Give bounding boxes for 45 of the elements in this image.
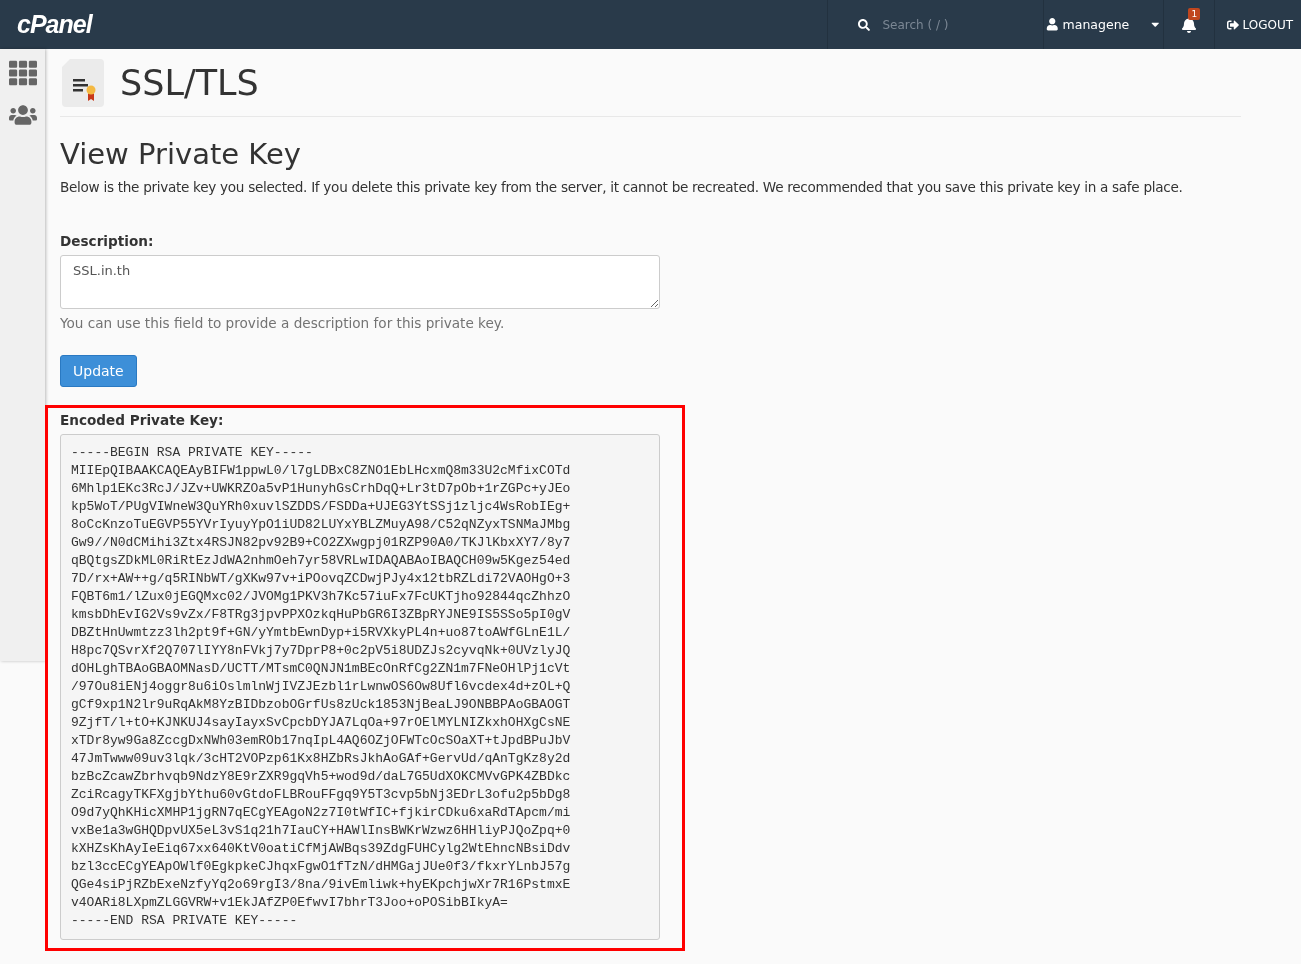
- key-line: vxBe1a3wGHQDpvUX5eL3vS1q21h7IauCY+HAWlInsBWKrWzwz6HHliyPJQoZpq+0: [71, 822, 572, 840]
- user-icon: [1046, 18, 1059, 31]
- key-line: FQBT6m1/lZux0jEGQMxc02/JVOMg1PKV3h7Kc57iuFx7FcUKTjho92844qcZhhzO: [71, 588, 572, 606]
- description-label: Description:: [60, 233, 155, 249]
- key-line: QGe4siPjRZbExeNzfyYq2o69rgI3/8na/9ivEmliwk+hyEKpchjwXr7R16PstmxE: [71, 876, 572, 894]
- key-line: kmsbDhEvIG2Vs9vZx/F8TRg3jpvPPXOzkqHuPbGR6I3ZBpRYJNE9IS5SSo5pI0gV: [71, 606, 572, 624]
- help-text: You can use this field to provide a description for this private key.: [60, 315, 506, 331]
- key-line: MIIEpQIBAAKCAQEAyBIFW1ppwL0/l7gLDBxC8ZNO1EbLHcxmQ8m33U2cMfixCOTd: [71, 462, 572, 480]
- section-title: View Private Key: [60, 137, 302, 171]
- key-line: 7D/rx+AW++g/q5RINbWT/gXKw97v+iPOovqZCDwjPJy4x12tbRZLdi72VAOHgO+3: [71, 570, 572, 588]
- key-line: DBZtHnUwmtzz3lh2pt9f+GN/yYmtbEwnDyp+i5RVXkyPL4n+uo87toAWfGLnE1L/: [71, 624, 572, 642]
- key-line: v4OARi8LXpmZLGGVRW+v1EkJAfZP0EfwvI7bhrT3Joo+oPOSibBIkyA=: [71, 894, 509, 912]
- key-line: 8oCcKnzoTuEGVP55YVrIyuyYpO1iUD82LUYxYBLZMuyA98/C52qNZyxTSNMaJMbg: [71, 516, 572, 534]
- user-menu-button[interactable]: managene: [1044, 0, 1165, 49]
- key-line: 47JmTwww09uv3lqk/3cHT2VOPzp61Kx8HZbRsJkhAoGAf+GervUd/qAnTgKz8y2d: [71, 750, 572, 768]
- notifications-button[interactable]: 1: [1164, 0, 1216, 49]
- page-title: SSL/TLS: [120, 62, 259, 103]
- key-line: xTDr8yw9Ga8ZccgDxNWh03emROb17nqIpL4AQ6OZjOFWTcOcSOaXT+tJpdBPuJbV: [71, 732, 572, 750]
- key-line: bzl3ccECgYEApOWlf0EgkpkeCJhqxFgwO1fTzN/dHMGajJUe0f3/fkxrYLnbJ57g: [71, 858, 572, 876]
- key-line: kXHZsKhAyIeEiq67xx640KtV0oatiCfMjAWBqs39ZdgFUHCylg2WtEhncNBsiDdv: [71, 840, 572, 858]
- logout-button[interactable]: LOGOUT: [1215, 0, 1301, 49]
- key-line: qBQtgsZDkML0RiRtEzJdWA2nhmOeh7yr58VRLwIDAQABAoIBAQCH09w5Kgez54ed: [71, 552, 572, 570]
- key-line: 6Mhlp1EKc3RcJ/JZv+UWKRZOa5vP1HunyhGsCrhDqQ+Lr3tD7pOb+1rZGPc+yJEo: [71, 480, 572, 498]
- notification-count: 1: [1188, 8, 1201, 20]
- search-icon: [858, 18, 871, 31]
- key-line: ZciRcagyTKFXgjbYthu60vGtdoFLBRouFFgq9Y5T3cvp5bNj3EDrL3ofu2p5bDg8: [71, 786, 572, 804]
- bell-icon: [1181, 16, 1198, 33]
- key-line: bzBcZcawZbrhvqb9NdzY8E9rZXR9gqVh5+wod9d/daL7G5UdXOKCMVvGPK4ZBDkc: [71, 768, 572, 786]
- key-line: -----BEGIN RSA PRIVATE KEY-----: [71, 444, 314, 462]
- grid-icon[interactable]: [8, 59, 37, 87]
- key-line: O9d7yQhKHicXMHP1jgRN7qECgYEAgoN2z7I0tWfIC+fjkirCDku6xaRdTApcm/mi: [71, 804, 572, 822]
- certificate-icon: [62, 58, 104, 107]
- description-field[interactable]: SSL.in.th: [60, 255, 660, 309]
- logo[interactable]: cPanel: [0, 10, 828, 39]
- key-line: 9ZjfT/l+tO+KJNKUJ4sayIayxSvCpcbDYJA7LqOa+97rOElMYLNIZkxhOHXgCsNE: [71, 714, 572, 732]
- key-line: kp5WoT/PUgVIWneW3QuYRh0xuvlSZDDS/FSDDa+UJEG3YtSSj1zljc4WsRobIEg+: [71, 498, 572, 516]
- key-line: dOHLghTBAoGBAOMNasD/UCTT/MTsmC0QNJN1mBEcOnRfCg2ZN1m7FNeOHlPj1cVt: [71, 660, 572, 678]
- key-line: /97Ou8iENj4oggr8u6iOslmlnWjIVZJEzbl1rLwnwOS6Ow8Ufl6vcdex4d+zOL+Q: [71, 678, 572, 696]
- key-line: H8pc7QSvrXf2Q707lIYY8nFVkj7y7DprP8+0c2pV5i8UDZJs2cyvqNk+0UVzlyJQ: [71, 642, 572, 660]
- key-line: gCf9xp1N2lr9uRqAkM8YzBIDbzobOGrfUs8zUck1853NjBeaLJ9ONBBPAoGBAOGT: [71, 696, 572, 714]
- intro-text: Below is the private key you selected. If you delete this private key from the server, it cannot be recreated. We recommended that you save this private key in a safe place.: [60, 179, 1184, 195]
- key-line: -----END RSA PRIVATE KEY-----: [71, 912, 299, 930]
- key-label: Encoded Private Key:: [60, 412, 225, 428]
- sign-out-icon: [1227, 18, 1240, 31]
- key-line: Gw9//N0dCMihi3Ztx4RSJN82pv92B9+CO2ZXwgpj01RZP90A0/TKJlKbxXY7/8y7: [71, 534, 572, 552]
